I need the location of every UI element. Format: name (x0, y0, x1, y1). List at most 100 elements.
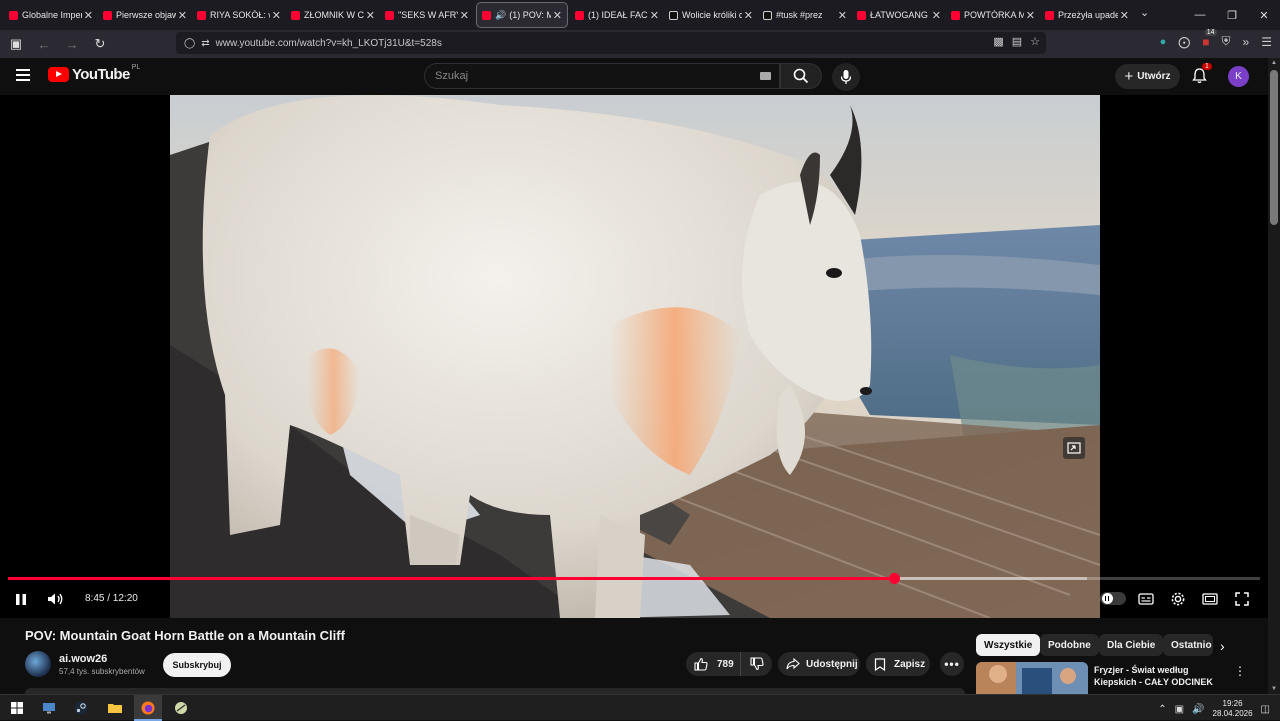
browser-tab[interactable]: Wolicie króliki c ✕ (664, 2, 758, 28)
notifications-button[interactable]: 1 (1192, 63, 1212, 87)
notifications-center-icon[interactable]: ◫ (1261, 704, 1270, 715)
windows-start-icon[interactable] (8, 699, 26, 717)
chip-for-you[interactable]: Dla Ciebie (1099, 634, 1164, 656)
recommendation-thumbnail[interactable] (976, 662, 1088, 694)
chip-all[interactable]: Wszystkie (976, 634, 1041, 656)
theater-mode-button[interactable] (1200, 589, 1220, 609)
windows-taskbar: ⌃ ▣ 🔊 19:26 28.04.2026 ◫ (0, 694, 1280, 721)
tab-close-icon[interactable]: ✕ (744, 9, 753, 22)
browser-tab[interactable]: POWTÓRKA MA✕ (946, 2, 1040, 28)
picture-in-picture-icon[interactable]: ▩ (993, 35, 1003, 48)
vpn-extension-icon[interactable]: ● (1160, 36, 1167, 48)
youtube-logo[interactable]: YouTube PL (48, 64, 140, 83)
volume-button[interactable] (46, 589, 66, 609)
fullscreen-button[interactable] (1232, 589, 1252, 609)
tab-close-icon[interactable]: ✕ (553, 9, 562, 22)
tab-close-icon[interactable]: ✕ (84, 9, 93, 22)
overflow-chevron-icon[interactable]: » (1243, 35, 1250, 49)
reader-view-icon[interactable]: ▤ (1012, 35, 1022, 48)
tab-list-dropdown-icon[interactable]: ⌄ (1140, 6, 1149, 19)
create-button[interactable]: + Utwórz (1115, 64, 1180, 89)
browser-tab[interactable]: Globalne Imper ✕ (4, 2, 98, 28)
network-icon[interactable]: ▣ (1175, 704, 1184, 715)
shield-icon[interactable]: ◯ (184, 38, 195, 49)
channel-avatar[interactable] (25, 651, 51, 677)
miniplayer-icon[interactable] (1063, 437, 1085, 459)
speaker-icon[interactable]: 🔊 (1192, 704, 1204, 715)
shield-extension-icon[interactable]: ⛨ (1222, 34, 1231, 49)
subtitles-button[interactable] (1136, 589, 1156, 609)
maximize-icon[interactable]: ❐ (1216, 0, 1248, 30)
tab-close-icon[interactable]: ✕ (932, 9, 941, 22)
scroll-up-icon[interactable]: ▲ (1271, 60, 1277, 66)
dislike-button[interactable] (740, 652, 772, 676)
browser-tab[interactable]: (1) IDEAŁ FACET✕ (570, 2, 664, 28)
account-avatar[interactable]: K (1228, 66, 1249, 87)
sidebar-toggle-icon[interactable]: ▣ (4, 32, 28, 56)
desktop-app-icon[interactable] (40, 699, 58, 717)
voice-search-button[interactable] (832, 63, 860, 91)
file-explorer-icon[interactable] (106, 699, 124, 717)
clock[interactable]: 19:26 28.04.2026 (1213, 699, 1253, 719)
browser-tab[interactable]: ŁATWOGANG P ✕ (852, 2, 946, 28)
tab-close-icon[interactable]: ✕ (1026, 9, 1035, 22)
more-vertical-icon[interactable]: ⋮ (1234, 664, 1246, 678)
url-text[interactable]: www.youtube.com/watch?v=kh_LKOTj31U&t=52… (216, 38, 442, 49)
minimize-icon[interactable]: — (1184, 0, 1216, 30)
channel-name[interactable]: ai.wow26 (59, 653, 107, 665)
chevron-right-icon[interactable]: › (1220, 638, 1225, 654)
browser-tab[interactable]: #tusk #prez ✕ (758, 2, 852, 28)
progress-bar[interactable] (8, 573, 1260, 584)
tab-label: (1) IDEAŁ FACET (588, 10, 648, 20)
share-label: Udostępnij (806, 658, 858, 670)
tab-audio-icon[interactable]: 🔊 (495, 10, 506, 21)
tab-close-icon[interactable]: ✕ (1120, 9, 1129, 22)
save-button[interactable]: Zapisz (866, 652, 930, 676)
settings-button[interactable] (1168, 589, 1188, 609)
extensions-icon[interactable]: ⨀ (1178, 35, 1190, 49)
search-input[interactable]: Szukaj (424, 63, 780, 89)
tab-close-icon[interactable]: ✕ (272, 9, 281, 22)
search-button[interactable] (780, 63, 822, 89)
steam-icon[interactable] (72, 699, 90, 717)
browser-tab[interactable]: ZŁOMNIK W CH✕ (286, 2, 380, 28)
scroll-down-icon[interactable]: ▼ (1271, 686, 1277, 692)
pause-button[interactable] (12, 589, 30, 609)
scrollbar-thumb[interactable] (1270, 70, 1278, 225)
guide-menu-icon[interactable] (16, 69, 30, 81)
browser-tab[interactable]: Pierwsze objaw ✕ (98, 2, 192, 28)
share-button[interactable]: Udostępnij (778, 652, 860, 676)
back-icon[interactable]: ← (32, 32, 56, 56)
more-actions-button[interactable]: ••• (940, 652, 964, 676)
like-button[interactable]: 789 (686, 652, 740, 676)
tab-close-icon[interactable]: ✕ (460, 9, 469, 22)
tab-close-icon[interactable]: ✕ (366, 9, 375, 22)
app-icon[interactable] (172, 699, 190, 717)
chip-related[interactable]: Podobne (1040, 634, 1099, 656)
tab-close-icon[interactable]: ✕ (650, 9, 659, 22)
extension-badge-icon[interactable]: ■ 14 (1202, 28, 1217, 49)
browser-tab[interactable]: Przeżyła upadek✕ (1040, 2, 1134, 28)
autoplay-pause-icon (1102, 593, 1113, 604)
chip-recent[interactable]: Ostatnio (1163, 634, 1213, 656)
menu-icon[interactable]: ☰ (1261, 35, 1272, 49)
forward-icon[interactable]: → (60, 32, 84, 56)
permissions-icon[interactable]: ⇄ (201, 38, 209, 49)
page-scrollbar[interactable]: ▲ ▼ (1268, 58, 1280, 694)
browser-tab[interactable]: 🔊 (1) POV: M ✕ (476, 2, 568, 28)
subscribe-button[interactable]: Subskrybuj (163, 653, 231, 677)
reload-icon[interactable]: ↻ (88, 32, 112, 56)
address-bar[interactable]: ◯ ⇄ www.youtube.com/watch?v=kh_LKOTj31U&… (176, 32, 1046, 54)
video-frame[interactable] (170, 95, 1100, 618)
close-window-icon[interactable]: ✕ (1248, 0, 1280, 30)
video-player[interactable]: 8:45 / 12:20 (0, 95, 1268, 618)
keyboard-icon[interactable] (760, 72, 771, 80)
tab-close-icon[interactable]: ✕ (178, 9, 187, 22)
tray-expand-icon[interactable]: ⌃ (1158, 704, 1166, 715)
firefox-icon[interactable] (139, 699, 157, 717)
autoplay-toggle[interactable] (1100, 592, 1126, 605)
bookmark-star-icon[interactable]: ☆ (1030, 35, 1040, 48)
browser-tab[interactable]: RIYA SOKÓŁ: wy✕ (192, 2, 286, 28)
tab-close-icon[interactable]: ✕ (838, 9, 847, 22)
browser-tab[interactable]: "SEKS W AFRYC✕ (380, 2, 474, 28)
